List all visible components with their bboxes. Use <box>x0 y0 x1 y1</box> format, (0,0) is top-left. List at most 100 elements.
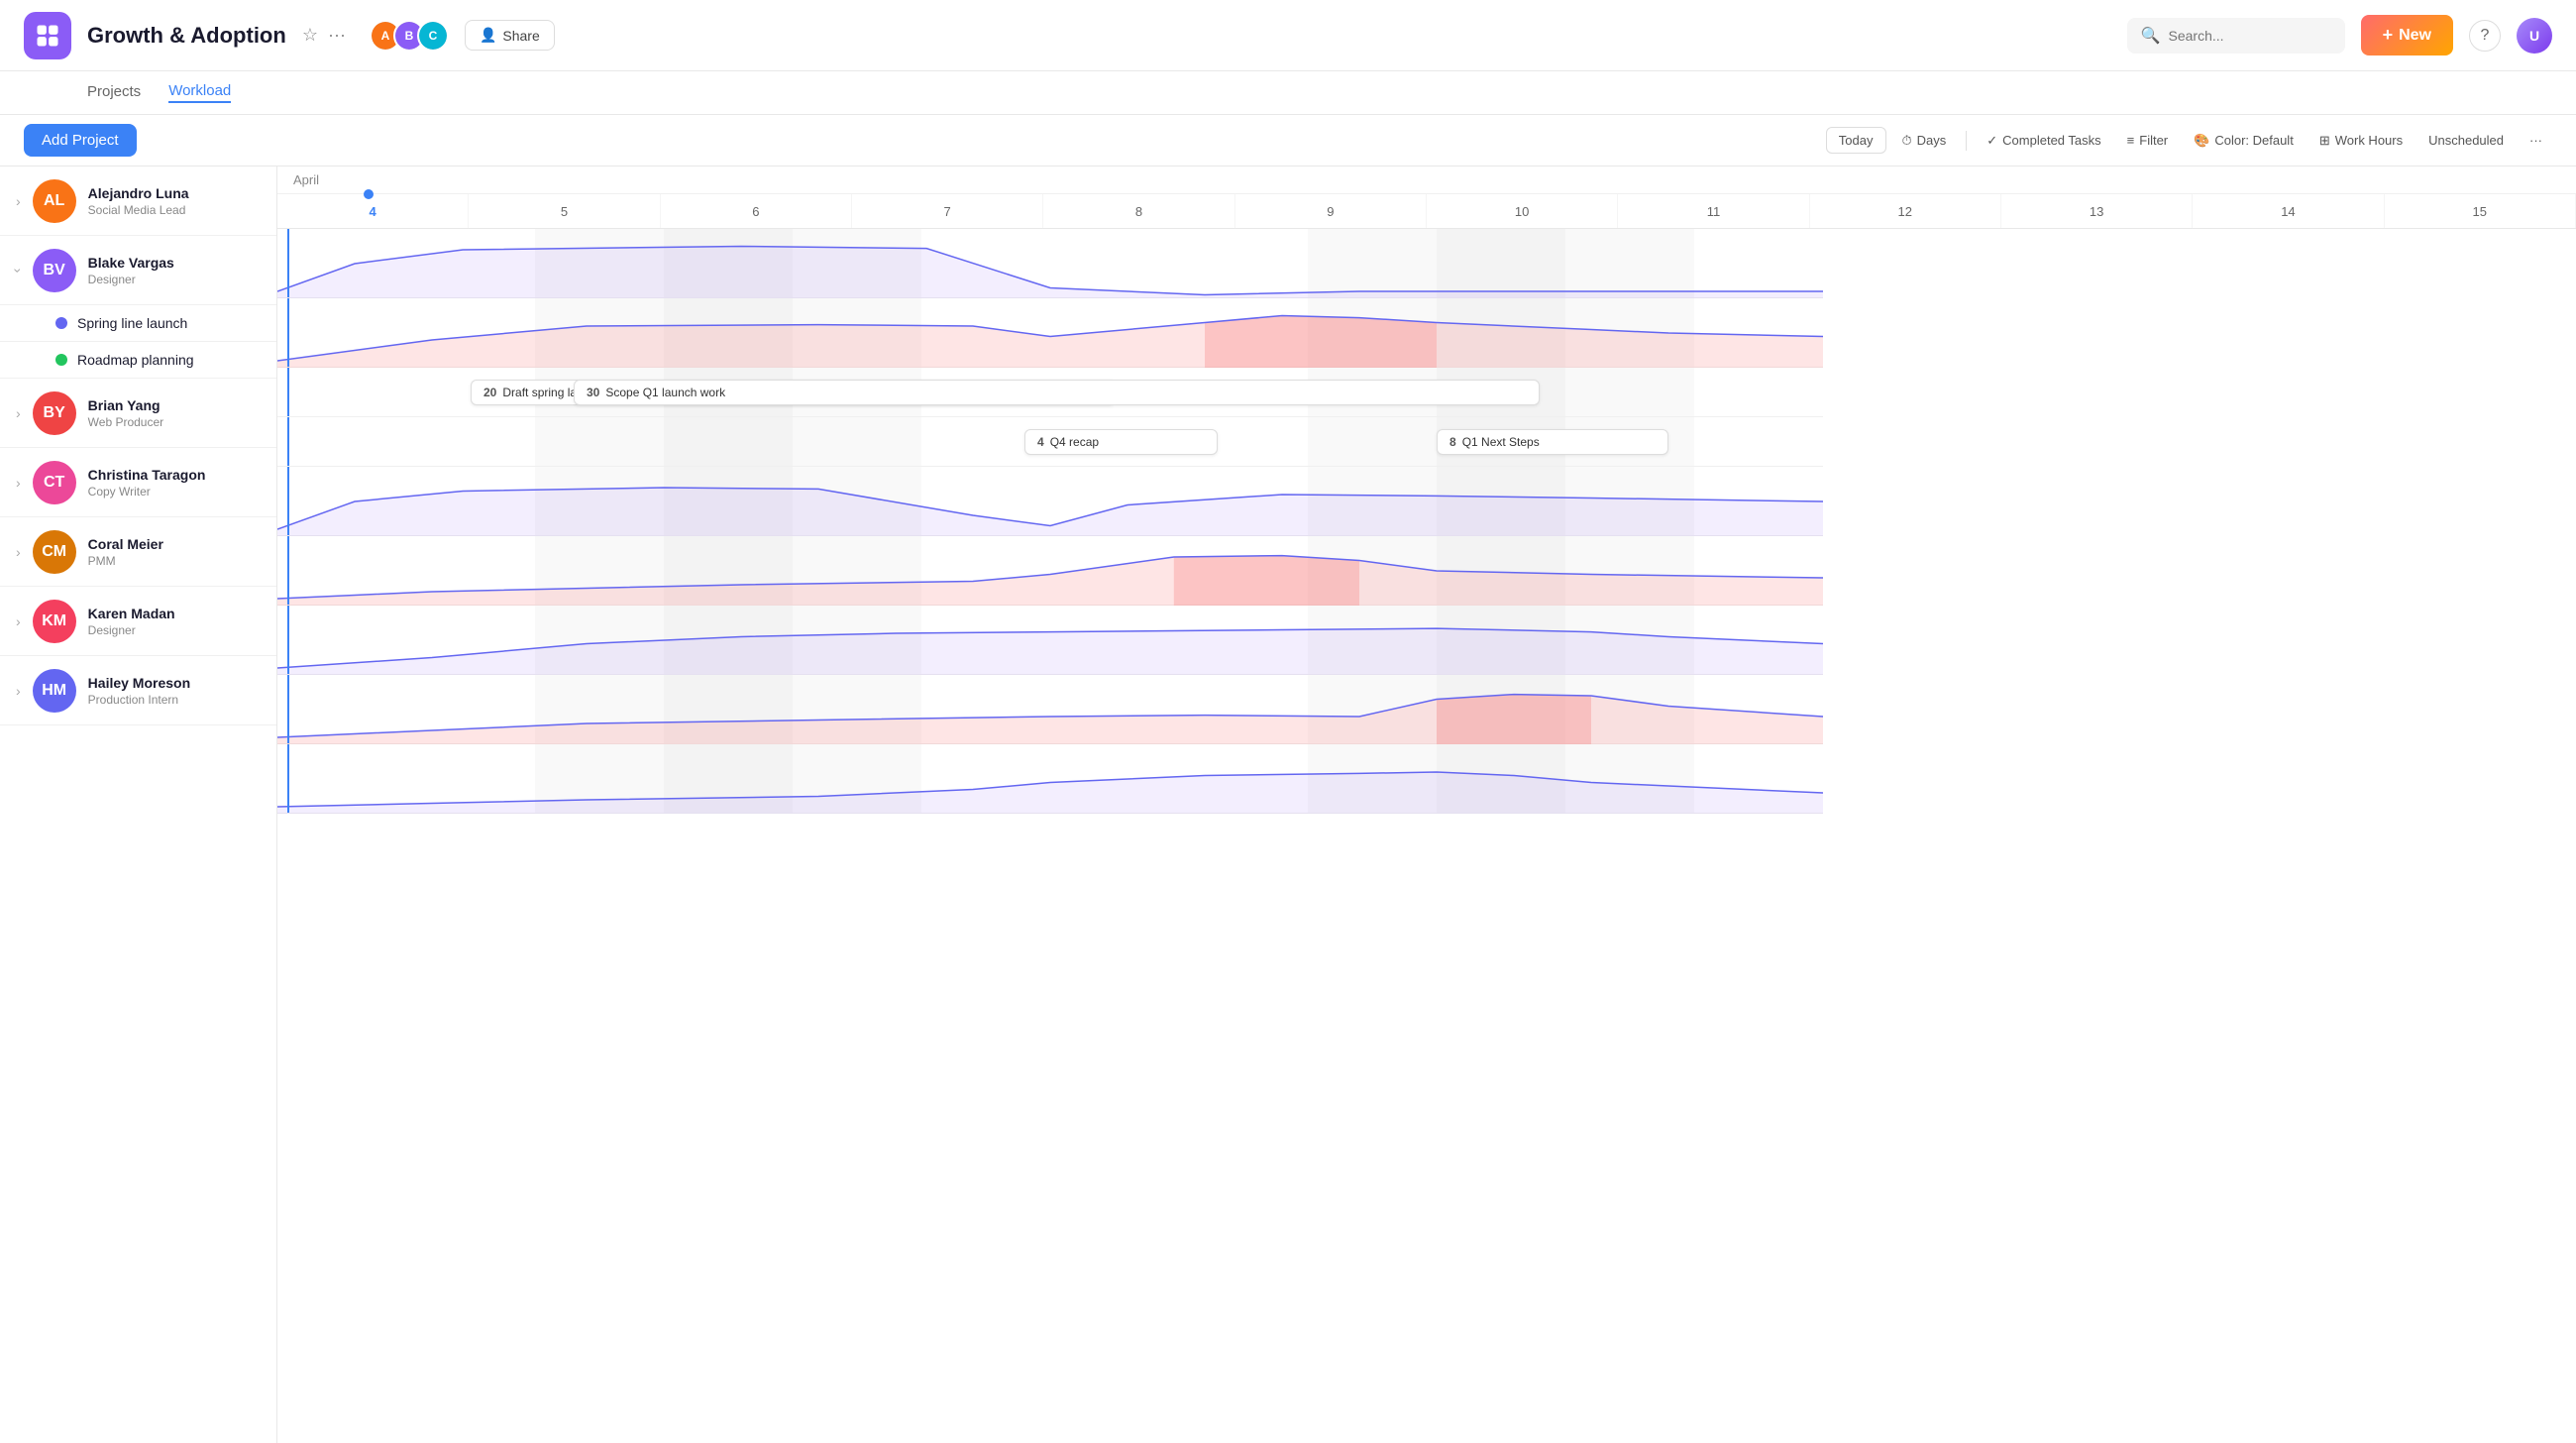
day-cell-11: 11 <box>1618 194 1809 228</box>
avatar-alejandro: AL <box>33 179 76 223</box>
avatar-christina: CT <box>33 461 76 504</box>
app-logo <box>24 12 71 59</box>
sidebar: › AL Alejandro Luna Social Media Lead › … <box>0 166 277 1443</box>
avatar-3: C <box>417 20 449 52</box>
chevron-icon: › <box>16 193 21 209</box>
share-label: Share <box>502 28 539 44</box>
help-button[interactable]: ? <box>2469 20 2501 52</box>
day-cell-4: 4 <box>277 194 469 228</box>
work-hours-button[interactable]: ⊞ Work Hours <box>2309 128 2413 154</box>
day-num-6: 6 <box>752 204 759 219</box>
day-cell-9: 9 <box>1235 194 1427 228</box>
project-spring-line-launch[interactable]: Spring line launch <box>0 305 276 342</box>
gantt-row-8 <box>277 744 1823 814</box>
person-christina-taragon[interactable]: › CT Christina Taragon Copy Writer <box>0 448 276 517</box>
month-row: April <box>277 166 2576 194</box>
gantt-row-1 <box>277 298 1823 368</box>
day-cell-13: 13 <box>2001 194 2193 228</box>
chevron-icon-coral: › <box>16 544 21 560</box>
search-bar: 🔍 <box>2127 18 2345 54</box>
chevron-icon-christina: › <box>16 475 21 491</box>
task-chip[interactable]: 4 Q4 recap <box>1024 429 1218 455</box>
new-button[interactable]: + New <box>2361 15 2453 56</box>
filter-button[interactable]: ≡ Filter <box>2117 128 2178 153</box>
person-name-coral: Coral Meier <box>88 536 261 552</box>
gantt-row-4 <box>277 467 1823 536</box>
person-info-coral: Coral Meier PMM <box>88 536 261 568</box>
tab-workload[interactable]: Workload <box>168 82 231 103</box>
gantt-row-3: 4 Q4 recap 8 Q1 Next Steps <box>277 417 1823 467</box>
person-alejandro-luna[interactable]: › AL Alejandro Luna Social Media Lead <box>0 166 276 236</box>
app-title: Growth & Adoption <box>87 23 286 49</box>
person-info-brian: Brian Yang Web Producer <box>88 397 261 429</box>
gantt-inner: April 4 5 6 7 8 9 10 11 12 13 <box>277 166 2576 814</box>
plus-icon: + <box>2383 25 2394 46</box>
day-cell-12: 12 <box>1810 194 2001 228</box>
person-info-karen: Karen Madan Designer <box>88 606 261 637</box>
day-cell-8: 8 <box>1043 194 1234 228</box>
color-button[interactable]: 🎨 Color: Default <box>2184 128 2304 154</box>
task-chip[interactable]: 30 Scope Q1 launch work <box>574 380 1540 405</box>
gantt-area: April 4 5 6 7 8 9 10 11 12 13 <box>277 166 2576 1443</box>
add-project-button[interactable]: Add Project <box>24 124 137 157</box>
toolbar-more-button[interactable]: ··· <box>2520 128 2552 153</box>
completed-tasks-label: Completed Tasks <box>2002 133 2100 148</box>
days-button[interactable]: ⏱ Days <box>1892 128 1957 154</box>
day-num-14: 14 <box>2281 204 2295 219</box>
person-info-hailey: Hailey Moreson Production Intern <box>88 675 261 707</box>
main-area: › AL Alejandro Luna Social Media Lead › … <box>0 166 2576 1443</box>
person-name-hailey: Hailey Moreson <box>88 675 261 691</box>
chevron-icon-hailey: › <box>16 683 21 699</box>
person-name-christina: Christina Taragon <box>88 467 261 483</box>
avatar-hailey: HM <box>33 669 76 713</box>
today-button[interactable]: Today <box>1826 127 1886 154</box>
search-input[interactable] <box>2169 28 2327 44</box>
gantt-row-6 <box>277 606 1823 675</box>
filter-icon: ≡ <box>2127 133 2135 148</box>
person-role-hailey: Production Intern <box>88 693 261 707</box>
project-roadmap-planning[interactable]: Roadmap planning <box>0 342 276 379</box>
person-name-blake: Blake Vargas <box>88 255 261 271</box>
person-brian-yang[interactable]: › BY Brian Yang Web Producer <box>0 379 276 448</box>
share-button[interactable]: 👤 Share <box>465 20 555 51</box>
color-label: Color: Default <box>2214 133 2293 148</box>
unscheduled-label: Unscheduled <box>2428 133 2504 148</box>
person-role-coral: PMM <box>88 554 261 568</box>
tab-projects[interactable]: Projects <box>87 83 141 102</box>
completed-tasks-button[interactable]: ✓ Completed Tasks <box>1977 128 2110 154</box>
chevron-icon-brian: › <box>16 405 21 421</box>
day-cell-7: 7 <box>852 194 1043 228</box>
month-label: April <box>293 172 319 187</box>
project-dot-spring <box>55 317 67 329</box>
person-karen-madan[interactable]: › KM Karen Madan Designer <box>0 587 276 656</box>
share-icon: 👤 <box>480 27 496 44</box>
person-blake-vargas[interactable]: › BV Blake Vargas Designer <box>0 236 276 305</box>
date-header: April 4 5 6 7 8 9 10 11 12 13 <box>277 166 2576 229</box>
day-num-10: 10 <box>1515 204 1529 219</box>
chevron-icon-karen: › <box>16 613 21 629</box>
person-hailey-moreson[interactable]: › HM Hailey Moreson Production Intern <box>0 656 276 725</box>
avatar-karen: KM <box>33 600 76 643</box>
task-chip[interactable]: 8 Q1 Next Steps <box>1437 429 1668 455</box>
star-icon[interactable]: ☆ <box>302 25 318 46</box>
person-role-christina: Copy Writer <box>88 485 261 499</box>
person-coral-meier[interactable]: › CM Coral Meier PMM <box>0 517 276 587</box>
person-info-blake: Blake Vargas Designer <box>88 255 261 286</box>
more-icon[interactable]: ··· <box>328 25 346 46</box>
divider-1 <box>1966 131 1967 151</box>
unscheduled-button[interactable]: Unscheduled <box>2418 128 2514 153</box>
color-icon: 🎨 <box>2194 133 2209 149</box>
grid-icon: ⊞ <box>2319 133 2330 149</box>
avatar-group: A B C <box>370 20 449 52</box>
user-avatar[interactable]: U <box>2517 18 2552 54</box>
person-name-brian: Brian Yang <box>88 397 261 413</box>
day-num-11: 11 <box>1707 204 1721 219</box>
day-num-8: 8 <box>1135 204 1142 219</box>
day-cell-14: 14 <box>2193 194 2384 228</box>
project-name-roadmap: Roadmap planning <box>77 352 194 368</box>
day-cell-5: 5 <box>469 194 660 228</box>
avatar-coral: CM <box>33 530 76 574</box>
today-dot <box>364 189 374 199</box>
toolbar-left: Add Project <box>24 124 301 157</box>
day-num-4: 4 <box>370 204 376 219</box>
